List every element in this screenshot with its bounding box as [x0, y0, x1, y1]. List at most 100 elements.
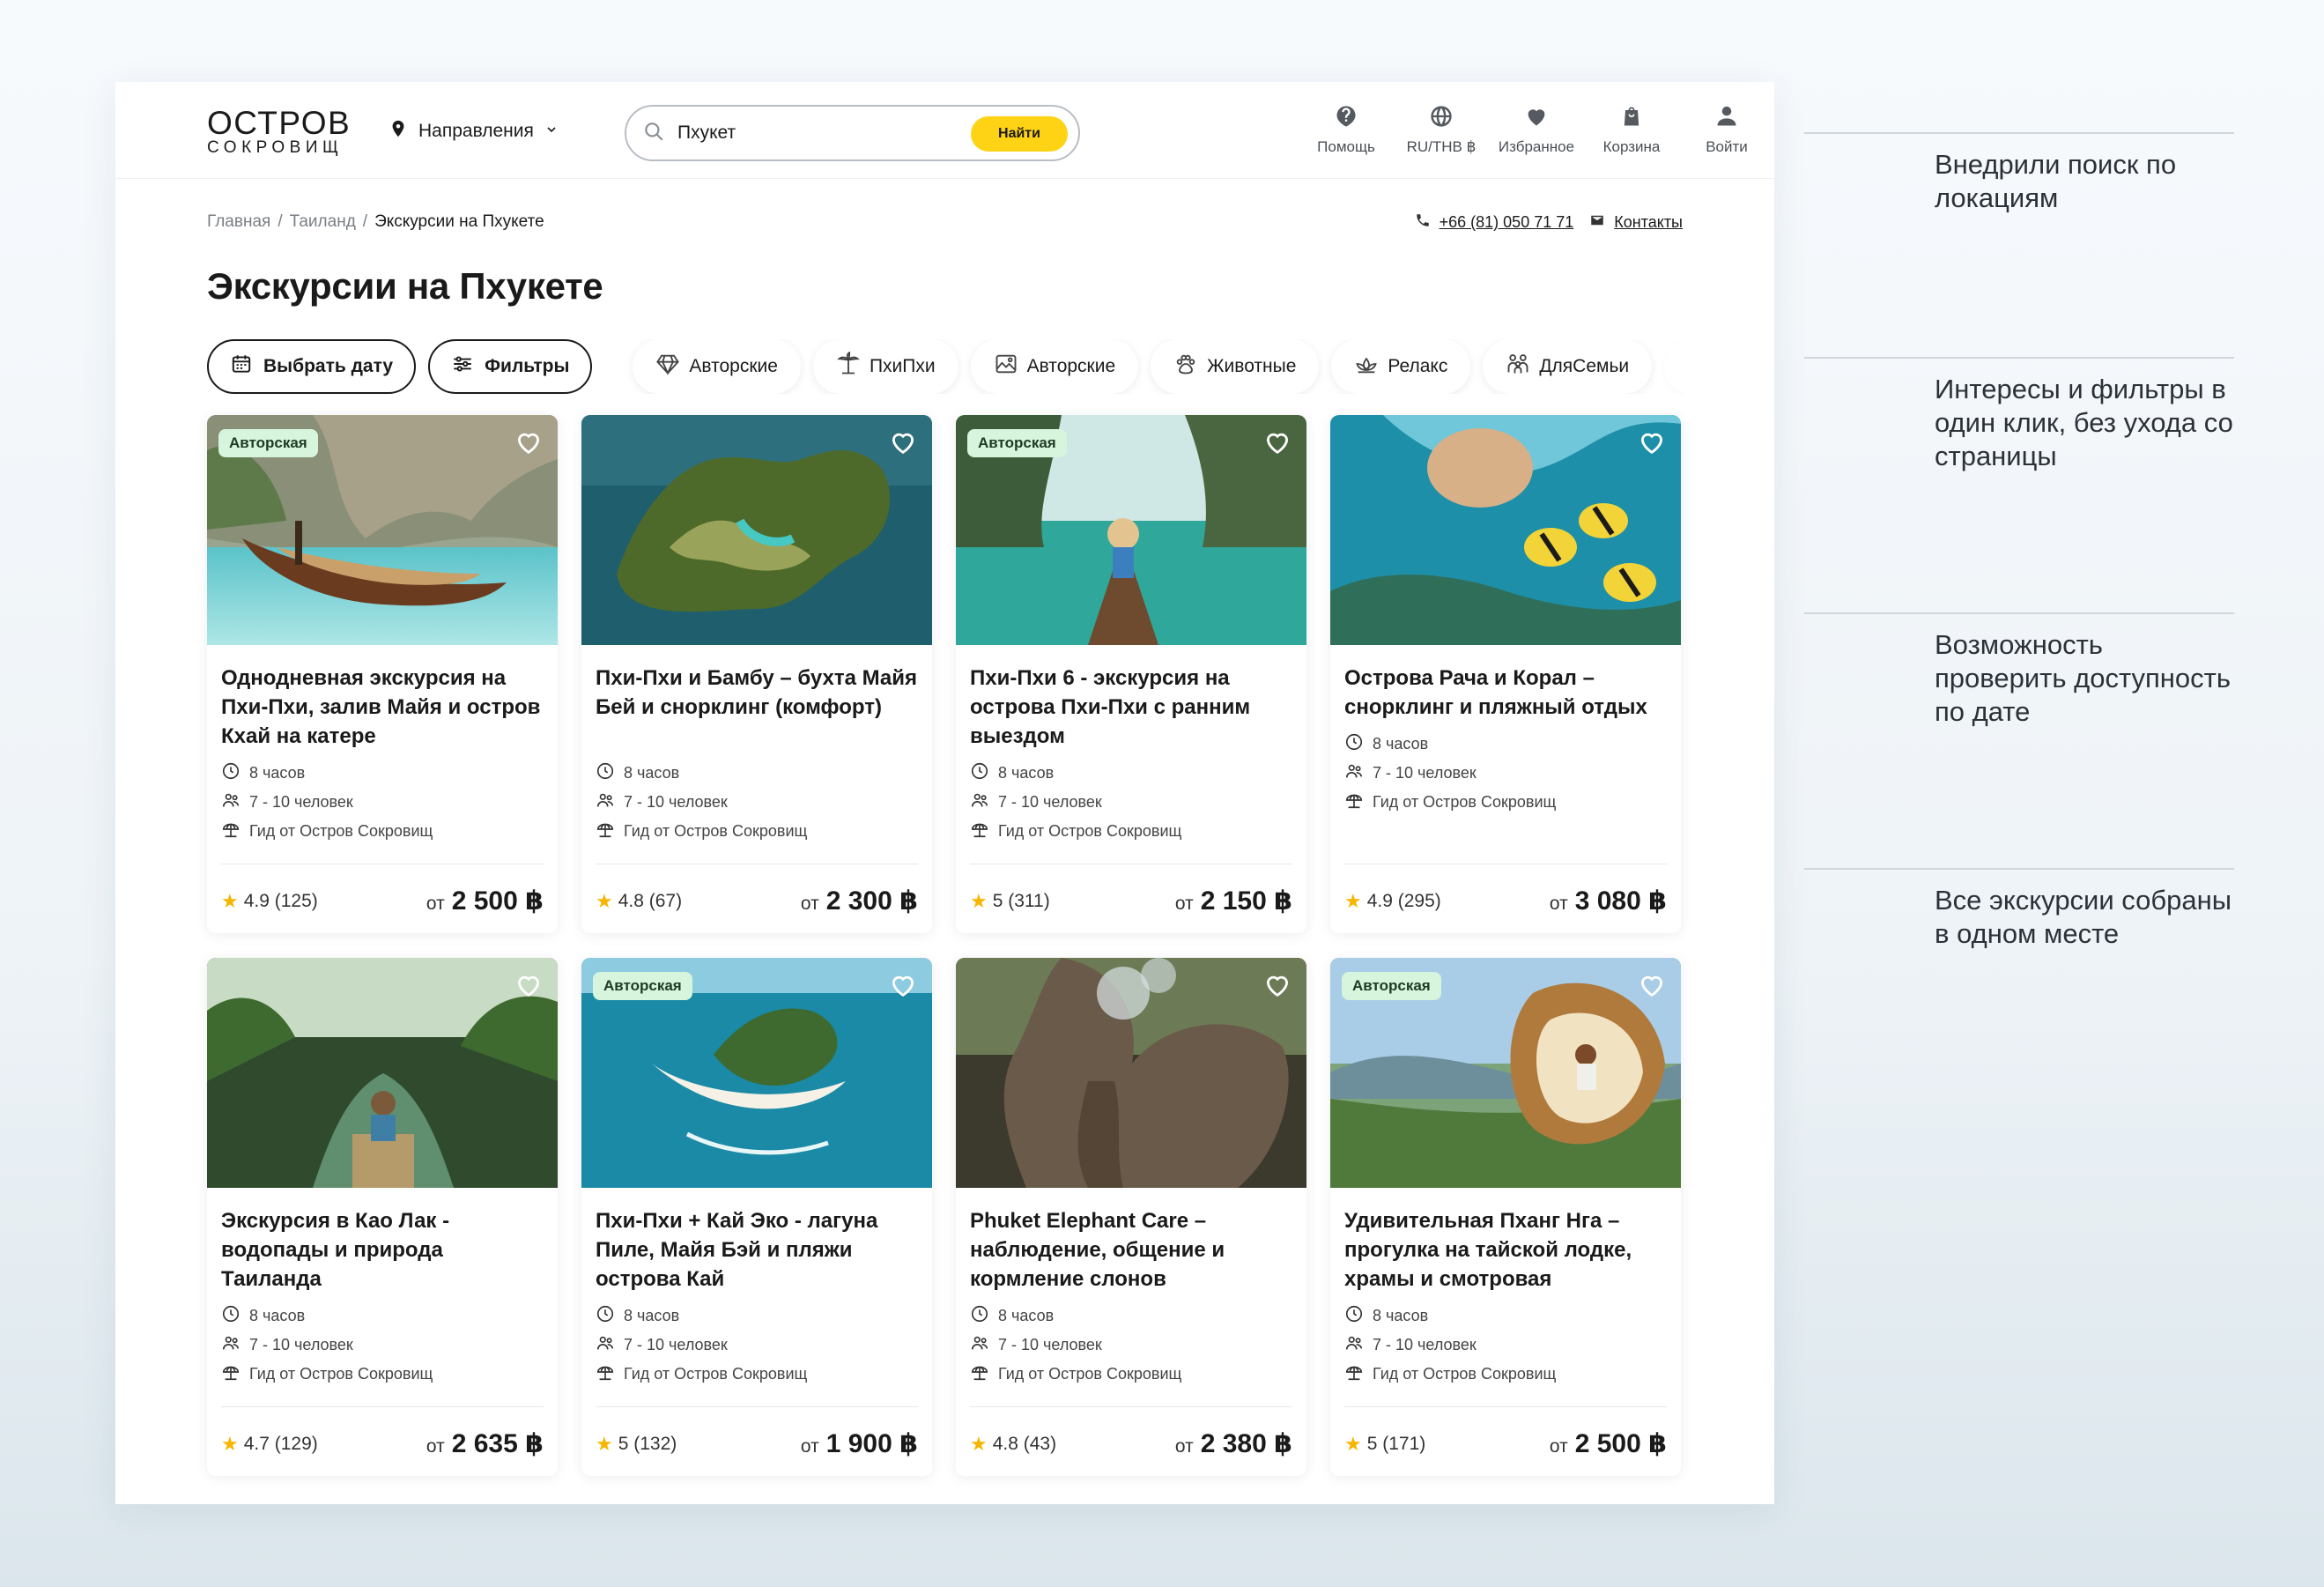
web-page: ОСТРОВ СОКРОВИЩ Направления Найти — [115, 82, 1774, 1504]
tour-title[interactable]: Пхи-Пхи и Бамбу – бухта Майя Бей и снорк… — [596, 664, 923, 722]
chevron-down-icon — [544, 121, 559, 142]
site-header: ОСТРОВ СОКРОВИЩ Направления Найти — [115, 82, 1774, 179]
chip-animals[interactable]: Животные — [1151, 339, 1320, 394]
clock-icon — [970, 1304, 989, 1328]
price-prefix: от — [1174, 894, 1194, 914]
help-icon — [1331, 101, 1361, 131]
favorite-heart-icon[interactable] — [1262, 970, 1296, 1004]
sliders-icon — [451, 352, 474, 381]
tour-card[interactable]: Пхи-Пхи и Бамбу – бухта Майя Бей и снорк… — [581, 415, 932, 933]
logo[interactable]: ОСТРОВ СОКРОВИЩ — [207, 107, 351, 158]
favorite-heart-icon[interactable] — [888, 970, 921, 1004]
search-button[interactable]: Найти — [971, 116, 1068, 152]
chip-authors[interactable]: Авторские — [633, 339, 801, 394]
tour-footer: ★ 5 (311) от 2 150 ฿ — [970, 886, 1292, 916]
search-input[interactable] — [677, 122, 942, 144]
group-icon — [221, 1333, 241, 1357]
tour-card[interactable]: Авторская Пхи-Пхи 6 - экскурсия на остро… — [956, 415, 1306, 933]
chip-relax[interactable]: Релакс — [1331, 339, 1471, 394]
help-button[interactable]: Помощь — [1299, 101, 1394, 156]
breadcrumb-country[interactable]: Таиланд — [290, 212, 356, 232]
tour-card[interactable]: Авторская Удивительная Пханг Нга – прогу… — [1330, 958, 1681, 1476]
directions-dropdown[interactable]: Направления — [389, 115, 559, 147]
tour-title[interactable]: Пхи-Пхи 6 - экскурсия на острова Пхи-Пхи… — [970, 664, 1298, 751]
favorite-heart-icon[interactable] — [888, 427, 921, 461]
price-prefix: от — [1174, 1436, 1194, 1457]
tour-duration: 8 часов — [249, 1307, 306, 1324]
filters-button[interactable]: Фильтры — [428, 339, 593, 394]
tour-image-elephant — [956, 958, 1306, 1188]
price-prefix: от — [800, 1436, 819, 1457]
chip-more[interactable] — [1664, 339, 1683, 394]
search-bar: Найти — [625, 105, 1080, 161]
currency-button[interactable]: RU/THB ฿ — [1394, 101, 1489, 156]
clock-icon — [596, 761, 615, 785]
chip-label: Авторские — [1026, 356, 1116, 376]
tour-card[interactable]: Авторская Пхи-Пхи + Кай Эко - лагуна Пил… — [581, 958, 932, 1476]
help-label: Помощь — [1317, 138, 1375, 155]
tour-title[interactable]: Удивительная Пханг Нга – прогулка на тай… — [1344, 1206, 1672, 1294]
tour-guide: Гид от Остров Сокровищ — [624, 822, 808, 840]
cart-button[interactable]: Корзина — [1584, 101, 1679, 156]
chip-more-icon — [1680, 352, 1683, 382]
favorite-heart-icon[interactable] — [1637, 970, 1670, 1004]
tour-guide: Гид от Остров Сокровищ — [1373, 793, 1557, 811]
favorite-heart-icon[interactable] — [514, 970, 547, 1004]
star-icon: ★ — [221, 1432, 239, 1455]
select-date-button[interactable]: Выбрать дату — [207, 339, 417, 394]
contacts-link[interactable]: Контакты — [1589, 212, 1683, 233]
tour-meta: 8 часов 7 - 10 человек Гид от Остров Сок… — [221, 1301, 549, 1389]
favorite-heart-icon[interactable] — [514, 427, 547, 461]
tour-card[interactable]: Острова Рача и Корал – снорклинг и пляжн… — [1330, 415, 1681, 933]
group-icon — [970, 790, 989, 814]
tour-card[interactable]: Авторская Однодневная экскурсия на Пхи-П… — [207, 415, 558, 933]
login-button[interactable]: Войти — [1679, 101, 1774, 156]
tour-title[interactable]: Острова Рача и Корал – снорклинг и пляжн… — [1344, 664, 1672, 722]
clock-icon — [1344, 732, 1364, 756]
badge-authors: Авторская — [1342, 972, 1441, 1000]
price-prefix: от — [426, 894, 445, 914]
star-icon: ★ — [970, 889, 988, 912]
star-icon: ★ — [596, 1432, 613, 1455]
family-icon — [1506, 352, 1530, 382]
tour-footer: ★ 4.7 (129) от 2 635 ฿ — [221, 1428, 544, 1459]
tour-title[interactable]: Пхи-Пхи + Кай Эко - лагуна Пиле, Майя Бэ… — [596, 1206, 923, 1294]
clock-icon — [221, 761, 241, 785]
tour-guide: Гид от Остров Сокровищ — [249, 1365, 433, 1383]
price-value: 2 500 ฿ — [1574, 1429, 1667, 1458]
tour-title[interactable]: Экскурсия в Као Лак - водопады и природа… — [221, 1206, 549, 1294]
tour-price: от 1 900 ฿ — [801, 1428, 918, 1459]
tour-group-size: 7 - 10 человек — [998, 1336, 1102, 1353]
feature-note-text: Внедрили поиск по локациям — [1935, 149, 2177, 213]
tour-rating: ★ 4.8 (67) — [596, 890, 682, 913]
tour-meta: 8 часов 7 - 10 человек Гид от Остров Сок… — [221, 759, 549, 846]
group-icon — [1344, 761, 1364, 785]
rating-value: 4.9 (125) — [243, 890, 318, 911]
chip-authors-2[interactable]: Авторские — [970, 339, 1139, 394]
favorite-heart-icon[interactable] — [1262, 427, 1296, 461]
star-icon: ★ — [970, 1432, 988, 1455]
tour-card[interactable]: Phuket Elephant Care – наблюдение, общен… — [956, 958, 1306, 1476]
clock-icon — [1344, 1304, 1364, 1328]
page-title: Экскурсии на Пхукете — [207, 265, 603, 307]
tour-footer: ★ 5 (132) от 1 900 ฿ — [596, 1428, 918, 1459]
chip-label: ПхиПхи — [869, 356, 936, 376]
tour-title[interactable]: Phuket Elephant Care – наблюдение, общен… — [970, 1206, 1298, 1294]
tour-title[interactable]: Однодневная экскурсия на Пхи-Пхи, залив … — [221, 664, 549, 751]
tour-meta: 8 часов 7 - 10 человек Гид от Остров Сок… — [596, 759, 923, 846]
favorite-heart-icon[interactable] — [1637, 427, 1670, 461]
chip-family[interactable]: ДляСемьи — [1483, 339, 1653, 394]
price-value: 2 635 ฿ — [451, 1429, 544, 1458]
breadcrumb-home[interactable]: Главная — [207, 212, 270, 232]
price-value: 2 500 ฿ — [451, 886, 544, 916]
favorites-button[interactable]: Избранное — [1489, 101, 1584, 156]
rating-value: 5 (132) — [618, 1433, 677, 1454]
chip-phiphi[interactable]: ПхиПхи — [812, 339, 958, 394]
phone-link[interactable]: +66 (81) 050 71 71 — [1415, 212, 1573, 233]
price-prefix: от — [800, 894, 819, 914]
star-icon: ★ — [1344, 889, 1362, 912]
price-value: 2 300 ฿ — [825, 886, 918, 916]
clock-icon — [221, 1304, 241, 1328]
tour-rating: ★ 5 (171) — [1344, 1433, 1425, 1456]
tour-card[interactable]: Экскурсия в Као Лак - водопады и природа… — [207, 958, 558, 1476]
